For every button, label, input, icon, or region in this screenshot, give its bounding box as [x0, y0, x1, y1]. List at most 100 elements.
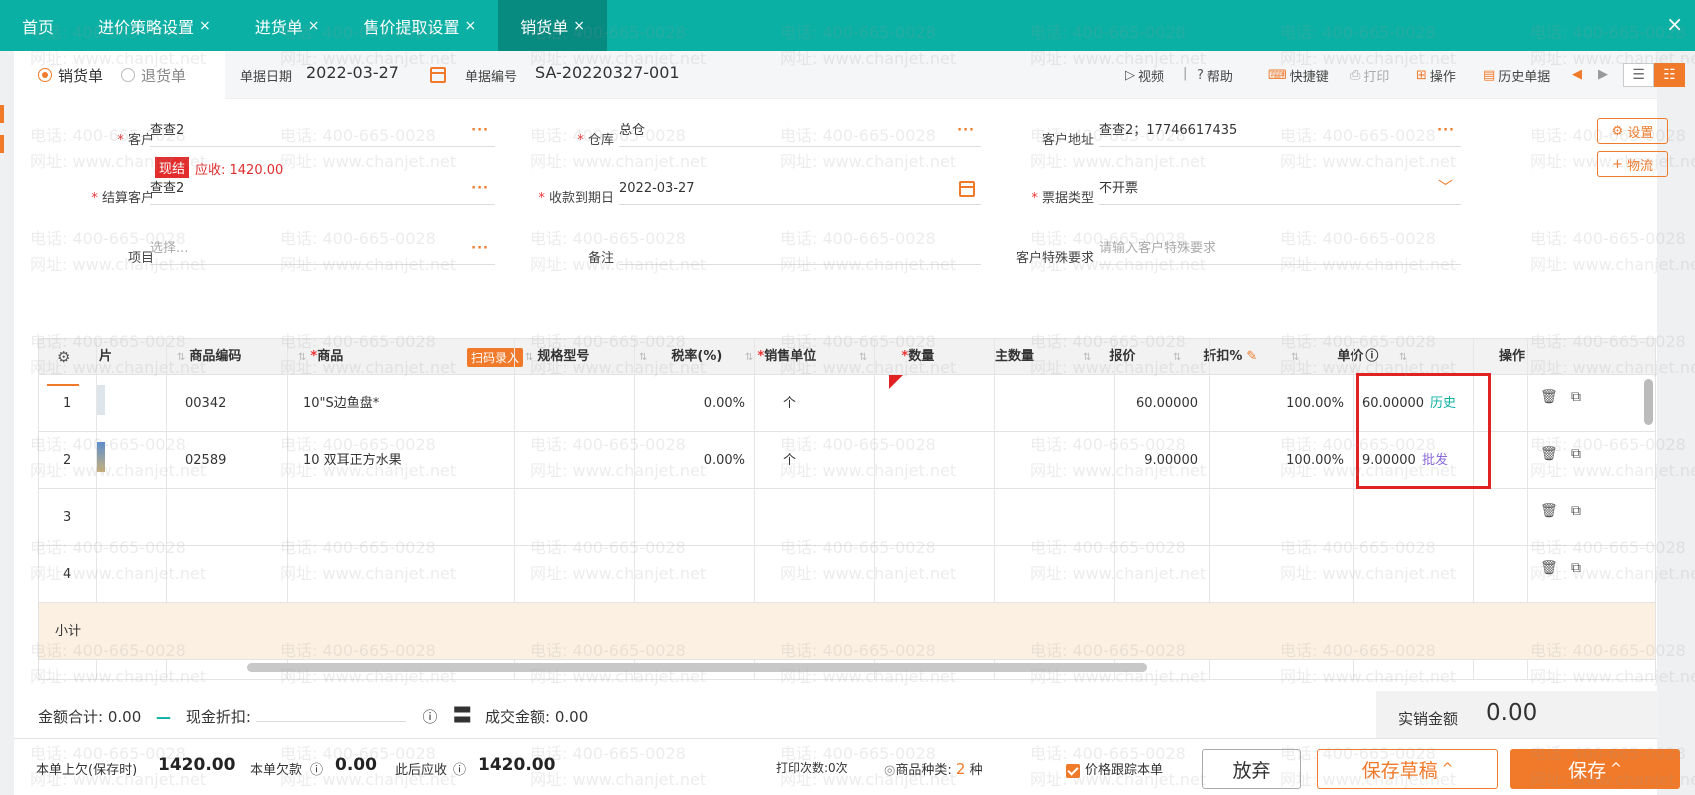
col-price[interactable]: ⇅ 报价 [1083, 339, 1135, 375]
vertical-scrollbar[interactable] [1644, 379, 1653, 425]
question-icon[interactable]: ⓘ [422, 708, 437, 726]
save-button[interactable]: 保存 ^ [1510, 749, 1680, 789]
cell-product[interactable]: 10 双耳正方水果 [303, 432, 402, 489]
cell-discount[interactable]: 100.00% [1209, 375, 1344, 432]
cell-price[interactable]: 9.00000 [1114, 432, 1198, 489]
invoice-type-select[interactable]: 不开票 ﹀ [1099, 178, 1461, 205]
shortcut-button[interactable]: ⌨ 快捷键 [1268, 66, 1329, 85]
question-icon[interactable]: ⓘ [310, 759, 323, 778]
date-field[interactable]: 2022-03-27 [306, 63, 399, 82]
help-button[interactable]: ? 帮助 [1197, 66, 1233, 85]
grid-settings-icon[interactable]: ⚙ [57, 339, 70, 375]
cell-discount[interactable]: 100.00% [1209, 432, 1344, 489]
table-row[interactable]: 3 🗑 ⧉ [39, 489, 1655, 546]
question-icon[interactable]: ⓘ [453, 759, 466, 778]
operate-label: 操作 [1429, 70, 1456, 85]
more-icon[interactable]: ··· [471, 179, 489, 199]
cell-unit[interactable]: 个 [783, 375, 796, 432]
radio-sale-label[interactable]: 销货单 [58, 65, 103, 86]
row-number: 4 [63, 567, 72, 582]
cell-code[interactable]: 00342 [185, 375, 226, 432]
more-icon[interactable]: ··· [1437, 121, 1455, 141]
cell-unit[interactable]: 个 [783, 432, 796, 489]
customer-field[interactable]: 查查2 ··· [150, 121, 495, 147]
tab-purchase-strategy[interactable]: 进价策略设置 × [76, 0, 233, 51]
delete-icon[interactable]: 🗑 [1540, 389, 1558, 405]
form-view-icon[interactable]: ☷ [1654, 63, 1685, 87]
next-arrow-icon[interactable]: ▶ [1598, 67, 1608, 82]
col-unit[interactable]: ⇅ *销售单位 [745, 339, 816, 375]
col-unit-price[interactable]: ⇅ 单价 ⓘ [1291, 339, 1378, 375]
left-edge-marker [0, 135, 4, 153]
delete-icon[interactable]: 🗑 [1540, 446, 1558, 462]
more-icon[interactable]: ··· [471, 121, 489, 141]
close-icon[interactable]: × [573, 18, 585, 34]
col-spec[interactable]: ⇅ 规格型号 [525, 339, 589, 375]
required-marker-icon [889, 375, 903, 389]
col-extra-sort[interactable]: ⇅ [1399, 339, 1411, 375]
copy-icon[interactable]: ⧉ [1571, 560, 1581, 576]
chevron-up-icon: ^ [1441, 761, 1454, 777]
product-thumbnail [97, 385, 105, 415]
radio-return[interactable] [121, 68, 136, 82]
col-product[interactable]: ⇅ *商品 [298, 339, 343, 375]
delete-icon[interactable]: 🗑 [1540, 503, 1558, 519]
project-label: 项目 [127, 251, 154, 266]
tab-label: 销货单 [520, 17, 569, 37]
tab-home[interactable]: 首页 [0, 0, 76, 51]
checkbox-icon [1066, 763, 1080, 778]
cell-code[interactable]: 02589 [185, 432, 226, 489]
window-close-icon[interactable]: × [1666, 12, 1683, 36]
cell-price[interactable]: 60.00000 [1114, 375, 1198, 432]
deal-value: 0.00 [554, 708, 589, 726]
settle-customer-field[interactable]: 查查2 ··· [150, 179, 495, 205]
copy-icon[interactable]: ⧉ [1571, 389, 1581, 405]
calendar-icon[interactable] [430, 67, 446, 83]
question-icon[interactable]: ⓘ [1365, 349, 1378, 364]
more-icon[interactable]: ··· [957, 121, 975, 141]
prev-debt-label: 本单上欠(保存时) [36, 763, 138, 778]
save-draft-button[interactable]: 保存草稿 ^ [1317, 749, 1498, 789]
cell-product[interactable]: 10"S边鱼盘* [303, 375, 379, 432]
list-view-icon[interactable]: ☰ [1623, 63, 1654, 87]
project-field[interactable]: 选择... ··· [150, 239, 495, 265]
price-track-checkbox[interactable]: 价格跟踪本单 [1066, 759, 1163, 778]
remark-field[interactable] [619, 239, 981, 265]
logistics-button[interactable]: + 物流 [1597, 151, 1668, 177]
customer-label: * 客户 [117, 133, 154, 148]
radio-sale[interactable] [38, 68, 52, 82]
calendar-icon[interactable] [959, 181, 975, 197]
discard-button[interactable]: 放弃 [1202, 749, 1301, 789]
copy-icon[interactable]: ⧉ [1571, 503, 1581, 519]
delete-icon[interactable]: 🗑 [1540, 560, 1558, 576]
more-icon[interactable]: ··· [471, 239, 489, 259]
tab-sales-order[interactable]: 销货单 × [498, 0, 608, 51]
print-button[interactable]: ⎙ 打印 [1350, 66, 1389, 85]
prev-arrow-icon[interactable]: ◀ [1572, 67, 1582, 82]
close-icon[interactable]: × [465, 18, 477, 34]
cash-discount-input[interactable] [255, 704, 406, 722]
horizontal-scrollbar[interactable] [247, 663, 1147, 672]
close-icon[interactable]: × [199, 18, 211, 34]
copy-icon[interactable]: ⧉ [1571, 446, 1581, 462]
operate-button[interactable]: ⊞ 操作 [1416, 66, 1456, 85]
col-discount[interactable]: ⇅ 折扣% ✎ [1173, 339, 1257, 375]
tab-price-extract[interactable]: 售价提取设置 × [342, 0, 499, 51]
address-field[interactable]: 查查2；17746617435 ··· [1099, 121, 1461, 147]
col-code[interactable]: ⇅ 商品编码 [177, 339, 241, 375]
col-qty[interactable]: ⇅ *数量 [859, 339, 934, 375]
table-row[interactable]: 4 🗑 ⧉ [39, 546, 1655, 603]
edit-icon[interactable]: ✎ [1246, 349, 1257, 364]
tab-purchase-order[interactable]: 进货单 × [233, 0, 342, 51]
cell-tax[interactable]: 0.00% [639, 375, 745, 432]
warehouse-field[interactable]: 总仓 ··· [619, 121, 981, 147]
cell-tax[interactable]: 0.00% [639, 432, 745, 489]
special-req-input[interactable]: 请输入客户特殊要求 [1099, 239, 1461, 265]
video-button[interactable]: ▷ 视频 [1125, 66, 1164, 85]
col-tax[interactable]: ⇅ 税率(%) [639, 339, 722, 375]
history-button[interactable]: ▤ 历史单据 [1483, 66, 1550, 85]
radio-return-label[interactable]: 退货单 [141, 65, 186, 86]
due-date-field[interactable]: 2022-03-27 [619, 179, 981, 205]
settings-button[interactable]: ⚙ 设置 [1597, 118, 1668, 144]
close-icon[interactable]: × [308, 18, 320, 34]
